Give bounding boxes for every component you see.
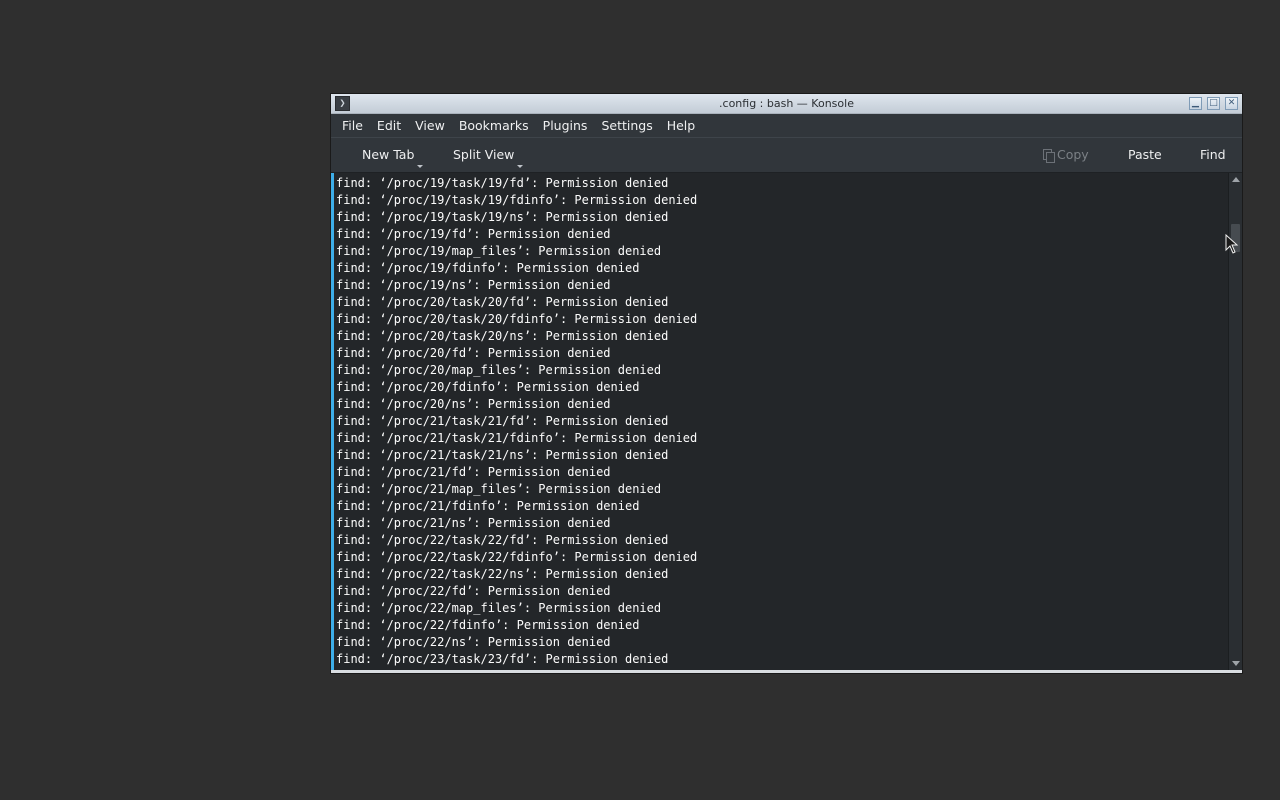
menu-bar: File Edit View Bookmarks Plugins Setting… (331, 114, 1242, 137)
copy-label: Copy (1057, 147, 1089, 162)
terminal-line: find: ‘/proc/20/map_files’: Permission d… (336, 363, 662, 377)
chevron-down-icon[interactable] (417, 165, 424, 168)
terminal-line: find: ‘/proc/20/fdinfo’: Permission deni… (336, 380, 640, 394)
terminal-line: find: ‘/proc/20/task/20/fd’: Permission … (336, 295, 669, 309)
window-bottom-border (331, 670, 1242, 673)
terminal-output[interactable]: find: ‘/proc/19/task/19/fd’: Permission … (331, 173, 1228, 670)
konsole-window: ❯ .config : bash — Konsole ▁ □ ✕ File Ed… (331, 94, 1242, 673)
terminal-line: find: ‘/proc/20/task/20/ns’: Permission … (336, 329, 669, 343)
terminal-line: find: ‘/proc/19/task/19/fd’: Permission … (336, 176, 669, 190)
terminal-line: find: ‘/proc/22/fdinfo’: Permission deni… (336, 618, 640, 632)
menu-settings[interactable]: Settings (594, 114, 659, 137)
window-title: .config : bash — Konsole (719, 97, 854, 110)
find-label: Find (1200, 147, 1226, 162)
terminal-line: find: ‘/proc/22/task/22/ns’: Permission … (336, 567, 669, 581)
menu-edit[interactable]: Edit (370, 114, 408, 137)
menu-view[interactable]: View (408, 114, 452, 137)
terminal-line: find: ‘/proc/19/fdinfo’: Permission deni… (336, 261, 640, 275)
menu-plugins[interactable]: Plugins (536, 114, 595, 137)
find-button[interactable]: Find (1200, 138, 1226, 172)
terminal-line: find: ‘/proc/21/task/21/fdinfo’: Permiss… (336, 431, 698, 445)
main-toolbar: New Tab Split View Copy Paste Find (331, 137, 1242, 173)
terminal-line: find: ‘/proc/21/fdinfo’: Permission deni… (336, 499, 640, 513)
terminal-line: find: ‘/proc/21/task/21/fd’: Permission … (336, 414, 669, 428)
terminal-line: find: ‘/proc/22/fd’: Permission denied (336, 584, 611, 598)
split-view-label: Split View (453, 147, 515, 162)
terminal-line: find: ‘/proc/22/ns’: Permission denied (336, 635, 611, 649)
maximize-icon[interactable]: □ (1207, 97, 1220, 110)
terminal-line: find: ‘/proc/20/fd’: Permission denied (336, 346, 611, 360)
terminal-line: find: ‘/proc/20/task/20/fdinfo’: Permiss… (336, 312, 698, 326)
terminal-line: find: ‘/proc/20/ns’: Permission denied (336, 397, 611, 411)
terminal-line: find: ‘/proc/19/task/19/fdinfo’: Permiss… (336, 193, 698, 207)
terminal-line: find: ‘/proc/19/map_files’: Permission d… (336, 244, 662, 258)
title-bar[interactable]: ❯ .config : bash — Konsole ▁ □ ✕ (331, 94, 1242, 114)
terminal-line: find: ‘/proc/21/map_files’: Permission d… (336, 482, 662, 496)
close-icon[interactable]: ✕ (1225, 97, 1238, 110)
terminal-line: find: ‘/proc/19/fd’: Permission denied (336, 227, 611, 241)
new-tab-button[interactable]: New Tab (362, 138, 424, 172)
terminal-line: find: ‘/proc/21/fd’: Permission denied (336, 465, 611, 479)
paste-label: Paste (1128, 147, 1162, 162)
window-controls: ▁ □ ✕ (1189, 97, 1238, 110)
terminal-line: find: ‘/proc/22/task/22/fd’: Permission … (336, 533, 669, 547)
terminal-lines: find: ‘/proc/19/task/19/fd’: Permission … (336, 175, 697, 668)
terminal-line: find: ‘/proc/21/ns’: Permission denied (336, 516, 611, 530)
terminal-line: find: ‘/proc/19/ns’: Permission denied (336, 278, 611, 292)
terminal-line: find: ‘/proc/21/task/21/ns’: Permission … (336, 448, 669, 462)
chevron-down-icon[interactable] (517, 165, 524, 168)
terminal-line: find: ‘/proc/19/task/19/ns’: Permission … (336, 210, 669, 224)
menu-help[interactable]: Help (660, 114, 703, 137)
paste-button[interactable]: Paste (1128, 138, 1162, 172)
mouse-pointer-icon (1225, 234, 1239, 254)
copy-icon (1043, 149, 1055, 163)
terminal-line: find: ‘/proc/22/map_files’: Permission d… (336, 601, 662, 615)
new-tab-label: New Tab (362, 147, 415, 162)
menu-file[interactable]: File (335, 114, 370, 137)
minimize-icon[interactable]: ▁ (1189, 97, 1202, 110)
scroll-up-icon[interactable] (1232, 177, 1240, 182)
split-view-button[interactable]: Split View (453, 138, 524, 172)
terminal-line: find: ‘/proc/22/task/22/fdinfo’: Permiss… (336, 550, 698, 564)
scroll-down-icon[interactable] (1232, 661, 1240, 666)
terminal-line: find: ‘/proc/23/task/23/fd’: Permission … (336, 652, 669, 666)
copy-button[interactable]: Copy (1043, 138, 1089, 172)
menu-bookmarks[interactable]: Bookmarks (452, 114, 536, 137)
